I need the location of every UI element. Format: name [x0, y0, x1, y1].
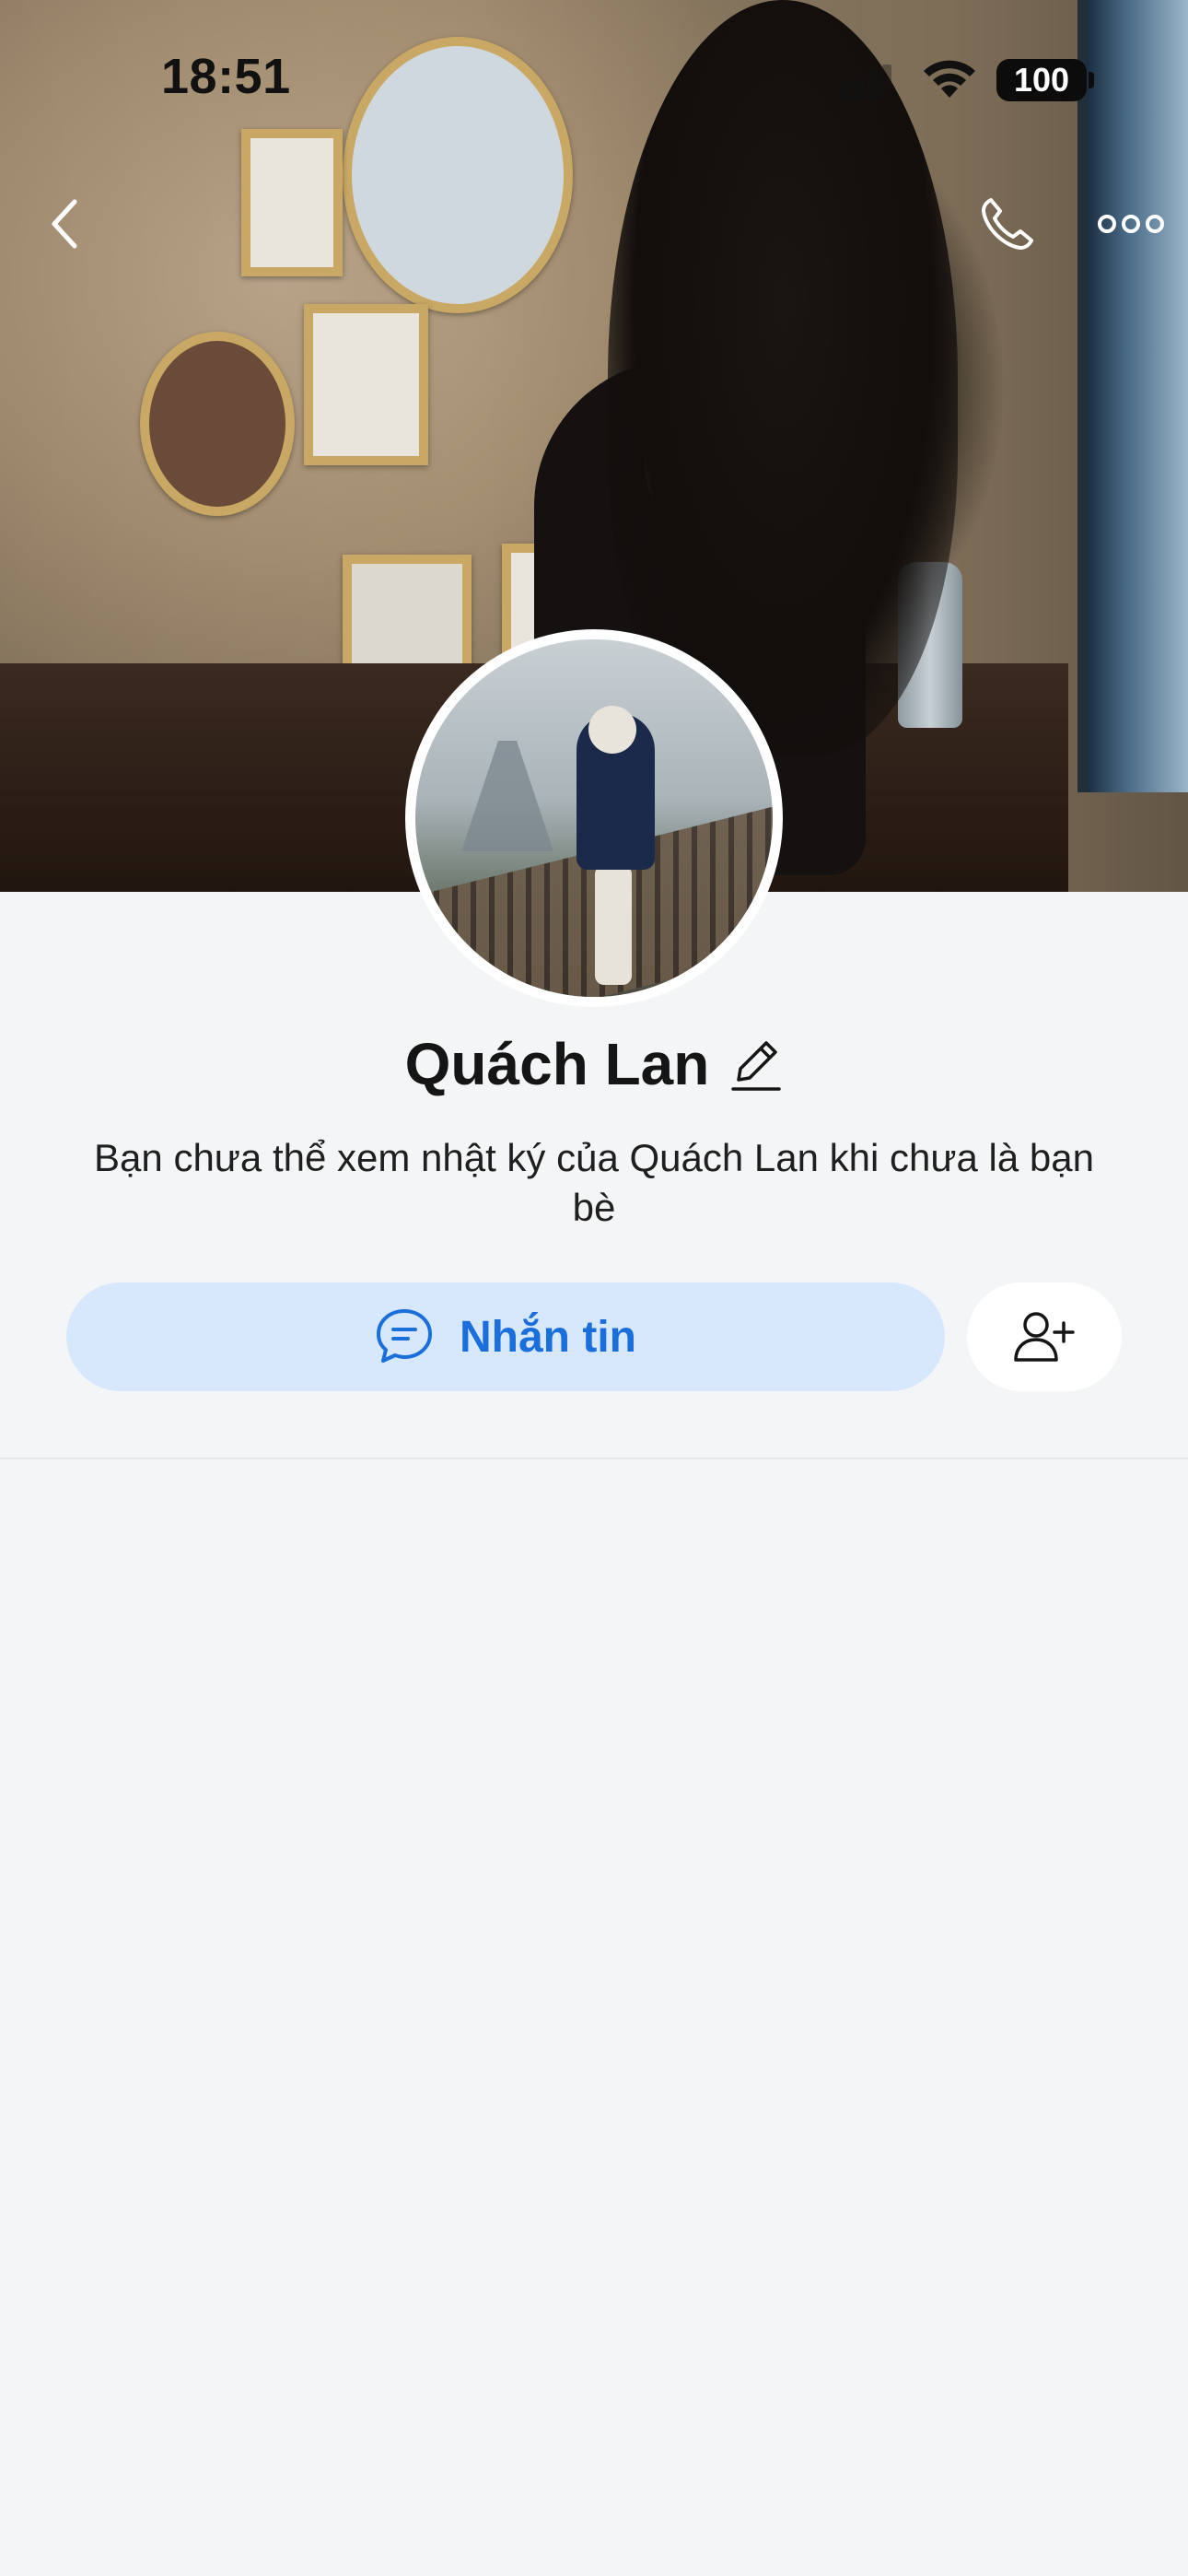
message-button-label: Nhắn tin [460, 1312, 636, 1362]
message-button[interactable]: Nhắn tin [66, 1282, 945, 1391]
avatar[interactable] [405, 629, 783, 1007]
battery-cap [1089, 72, 1094, 88]
add-friend-icon [1014, 1312, 1075, 1362]
profile-name-row: Quách Lan [0, 1027, 1188, 1101]
edit-name-button[interactable] [729, 1035, 783, 1094]
signal-icon [841, 64, 891, 100]
avatar-person-legs [595, 865, 632, 985]
edit-pencil-icon [731, 1041, 782, 1091]
battery-icon: 100 [996, 59, 1087, 101]
avatar-photo [415, 639, 773, 997]
section-divider [0, 1458, 1188, 1459]
phone-icon [982, 198, 1033, 250]
more-button[interactable] [1091, 201, 1170, 247]
add-friend-button[interactable] [967, 1282, 1122, 1391]
profile-name: Quách Lan [404, 1031, 710, 1097]
avatar-person-head [588, 706, 636, 754]
chat-bubble-icon [377, 1309, 432, 1363]
call-button[interactable] [972, 192, 1043, 256]
battery-level: 100 [1013, 61, 1070, 99]
status-bar: 18:51 100 [0, 0, 1188, 157]
avatar-castle [461, 741, 553, 851]
status-time: 18:51 [161, 49, 291, 104]
back-button[interactable] [37, 192, 92, 256]
cover-frame-sketch [304, 304, 428, 465]
cover-frame-portrait [140, 332, 295, 516]
more-dots-icon [1097, 215, 1164, 233]
wifi-icon [924, 60, 975, 98]
diary-privacy-notice: Bạn chưa thể xem nhật ký của Quách Lan k… [94, 1136, 1094, 1229]
back-chevron-icon [52, 199, 77, 249]
